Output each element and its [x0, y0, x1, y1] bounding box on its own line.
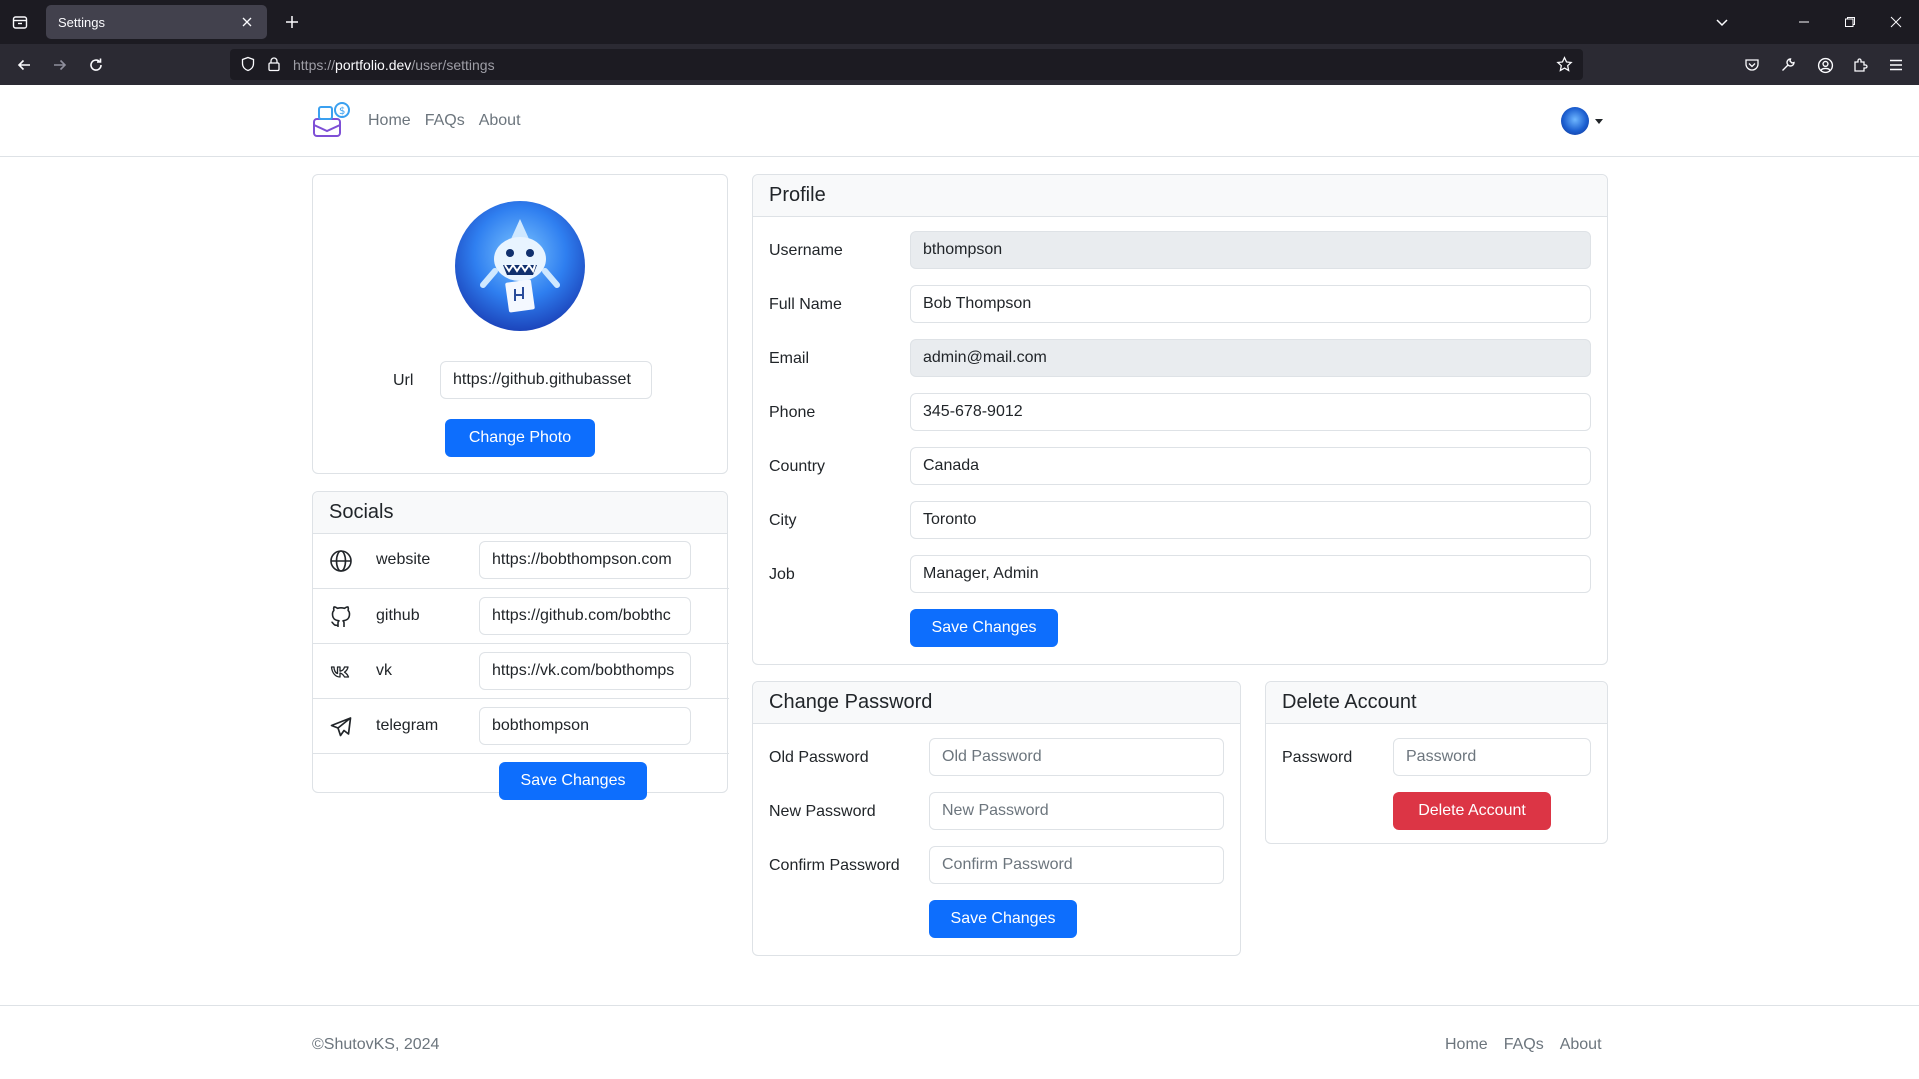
full-name-input[interactable] — [910, 285, 1591, 323]
account-icon[interactable] — [1812, 52, 1838, 78]
site-footer: ©ShutovKS, 2024 Home FAQs About — [0, 1005, 1919, 1079]
chevron-down-icon[interactable] — [1710, 10, 1734, 34]
footer-home-link[interactable]: Home — [1445, 1036, 1488, 1054]
photo-card: Url Change Photo — [312, 174, 728, 474]
delete-account-title: Delete Account — [1266, 682, 1607, 724]
github-url-input[interactable] — [479, 597, 691, 635]
change-photo-button[interactable]: Change Photo — [445, 419, 595, 457]
caret-down-icon — [1595, 118, 1603, 124]
nav-faqs-link[interactable]: FAQs — [425, 112, 465, 130]
password-save-button[interactable]: Save Changes — [929, 900, 1077, 938]
delete-account-button[interactable]: Delete Account — [1393, 792, 1551, 830]
browser-tab-bar: Settings — [0, 0, 1919, 44]
username-input — [910, 231, 1591, 269]
profile-photo — [455, 201, 585, 331]
social-name: github — [376, 607, 420, 624]
delete-account-card: Delete Account Password Delete Account — [1265, 681, 1608, 844]
restore-icon[interactable] — [1830, 8, 1870, 36]
social-name: website — [376, 551, 431, 568]
user-menu-toggle[interactable] — [1561, 107, 1603, 135]
github-icon — [328, 604, 354, 630]
tab-list-icon[interactable] — [8, 10, 32, 34]
close-icon[interactable] — [239, 14, 255, 30]
country-input[interactable] — [910, 447, 1591, 485]
old-password-label: Old Password — [769, 749, 869, 766]
job-input[interactable] — [910, 555, 1591, 593]
phone-label: Phone — [769, 404, 816, 421]
old-password-input[interactable] — [929, 738, 1224, 776]
footer-nav: Home FAQs About — [1445, 1036, 1602, 1054]
copyright-text: ©ShutovKS, 2024 — [312, 1036, 440, 1053]
profile-card: Profile Username Full Name Email Phone C… — [752, 174, 1608, 665]
footer-about-link[interactable]: About — [1560, 1036, 1602, 1054]
social-row-github: github — [313, 588, 729, 643]
social-row-telegram: telegram — [313, 698, 729, 753]
confirm-password-input[interactable] — [929, 846, 1224, 884]
url-text[interactable]: https://portfolio.dev/user/settings — [293, 57, 495, 73]
email-label: Email — [769, 350, 810, 367]
globe-icon — [328, 548, 354, 574]
socials-title: Socials — [313, 492, 727, 534]
extensions-icon[interactable] — [1847, 52, 1873, 78]
socials-save-button[interactable]: Save Changes — [499, 762, 647, 800]
forward-icon[interactable] — [47, 52, 73, 78]
username-label: Username — [769, 242, 843, 259]
nav-about-link[interactable]: About — [479, 112, 521, 130]
delete-password-input[interactable] — [1393, 738, 1591, 776]
social-name: vk — [376, 662, 392, 679]
country-label: Country — [769, 458, 826, 475]
phone-input[interactable] — [910, 393, 1591, 431]
back-icon[interactable] — [11, 52, 37, 78]
new-tab-icon[interactable] — [280, 10, 304, 34]
page-viewport: $ Home FAQs About Url https://github.git… — [0, 85, 1919, 1079]
website-url-input[interactable] — [479, 541, 691, 579]
telegram-icon — [328, 714, 354, 740]
telegram-input[interactable] — [479, 707, 691, 745]
browser-toolbar: https://portfolio.dev/user/settings — [0, 44, 1919, 85]
vk-url-input[interactable] — [479, 652, 691, 690]
social-name: telegram — [376, 717, 439, 734]
address-bar[interactable]: https://portfolio.dev/user/settings — [230, 49, 1583, 80]
shield-icon[interactable] — [240, 56, 256, 77]
new-password-input[interactable] — [929, 792, 1224, 830]
lock-icon[interactable] — [266, 56, 282, 77]
minimize-icon[interactable] — [1784, 8, 1824, 36]
profile-title: Profile — [753, 175, 1607, 217]
menu-icon[interactable] — [1883, 52, 1909, 78]
reload-icon[interactable] — [83, 52, 109, 78]
job-label: Job — [769, 566, 795, 583]
wrench-icon[interactable] — [1775, 52, 1801, 78]
social-row-website: website — [313, 533, 729, 588]
svg-text:$: $ — [339, 106, 345, 117]
city-input[interactable] — [910, 501, 1591, 539]
vk-icon — [328, 659, 354, 685]
change-password-card: Change Password Old Password New Passwor… — [752, 681, 1241, 956]
confirm-password-label: Confirm Password — [769, 857, 900, 874]
pocket-icon[interactable] — [1739, 52, 1765, 78]
socials-card: Socials website github vk te — [312, 491, 729, 800]
full-name-label: Full Name — [769, 296, 842, 313]
window-close-icon[interactable] — [1876, 8, 1916, 36]
browser-tab[interactable]: Settings — [46, 5, 267, 39]
site-header: $ Home FAQs About — [0, 85, 1919, 157]
nav-home-link[interactable]: Home — [368, 112, 411, 130]
change-password-title: Change Password — [753, 682, 1240, 724]
photo-url-input[interactable] — [440, 361, 652, 399]
city-label: City — [769, 512, 797, 529]
socials-footer: Save Changes — [313, 753, 729, 800]
footer-faqs-link[interactable]: FAQs — [1504, 1036, 1544, 1054]
site-logo[interactable]: $ — [311, 99, 353, 141]
photo-url-label: Url — [393, 372, 414, 389]
email-input — [910, 339, 1591, 377]
delete-password-label: Password — [1282, 749, 1353, 766]
tab-title: Settings — [58, 14, 105, 30]
social-row-vk: vk — [313, 643, 729, 698]
avatar — [1561, 107, 1589, 135]
profile-save-button[interactable]: Save Changes — [910, 609, 1058, 647]
new-password-label: New Password — [769, 803, 876, 820]
site-nav: Home FAQs About — [368, 112, 521, 130]
bookmark-star-icon[interactable] — [1556, 56, 1573, 78]
